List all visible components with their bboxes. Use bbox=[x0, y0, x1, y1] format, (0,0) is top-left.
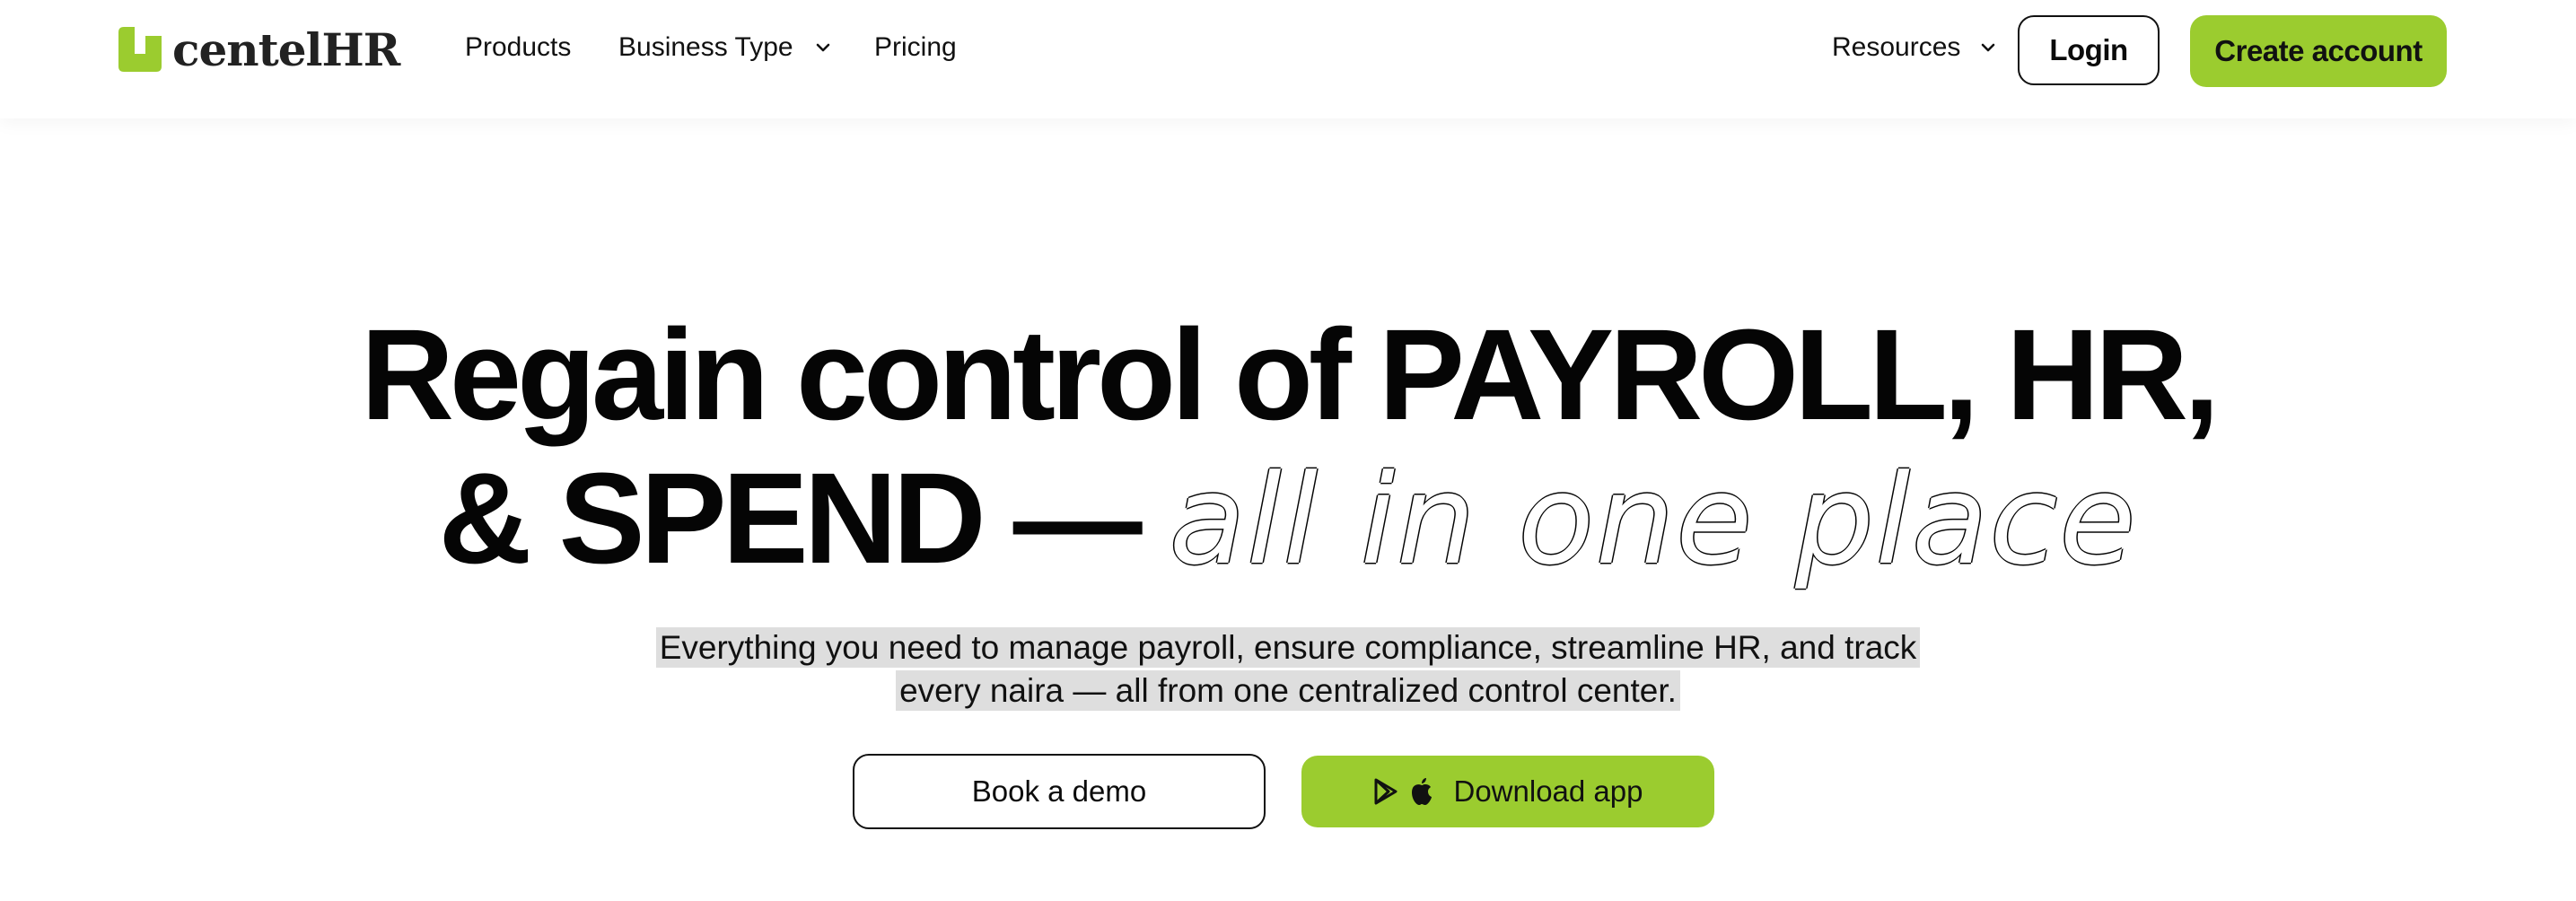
hero-subtitle-line1: Everything you need to manage payroll, e… bbox=[655, 627, 1921, 668]
download-app-button-label: Download app bbox=[1453, 774, 1643, 808]
nav-business-type-label: Business Type bbox=[618, 32, 793, 62]
nav-products[interactable]: Products bbox=[465, 32, 571, 63]
nav-resources-label: Resources bbox=[1832, 32, 1961, 62]
brand-logo[interactable]: centelHR bbox=[118, 20, 400, 79]
create-account-button[interactable]: Create account bbox=[2190, 15, 2447, 87]
chevron-down-icon bbox=[816, 43, 829, 52]
hero-subtitle-line2: every naira — all from one centralized c… bbox=[896, 670, 1680, 711]
brand-name: centelHR bbox=[172, 22, 400, 76]
apple-icon bbox=[1411, 778, 1432, 805]
nav-resources[interactable]: Resources bbox=[1832, 32, 1998, 63]
nav-pricing[interactable]: Pricing bbox=[874, 32, 957, 63]
hero-title-line2-bold: & SPEND — bbox=[438, 446, 1143, 590]
create-account-button-label: Create account bbox=[2214, 34, 2423, 67]
login-button-label: Login bbox=[2049, 33, 2128, 66]
top-navbar: centelHR Products Business Type Pricing … bbox=[0, 0, 2576, 118]
book-demo-button[interactable]: Book a demo bbox=[853, 754, 1266, 829]
nav-business-type[interactable]: Business Type bbox=[618, 32, 833, 63]
chevron-down-icon bbox=[1982, 43, 1995, 52]
nav-products-label: Products bbox=[465, 32, 572, 62]
download-app-button[interactable]: Download app bbox=[1301, 756, 1714, 827]
book-demo-button-label: Book a demo bbox=[971, 774, 1147, 808]
login-button[interactable]: Login bbox=[2018, 15, 2160, 85]
nav-pricing-label: Pricing bbox=[874, 32, 957, 62]
store-icons bbox=[1373, 777, 1434, 806]
hero-title: Regain control of PAYROLL, HR, & SPEND —… bbox=[0, 303, 2576, 592]
google-play-icon bbox=[1374, 778, 1397, 805]
hero-title-line1: Regain control of PAYROLL, HR, bbox=[360, 302, 2220, 447]
hero-title-accent: all in one place bbox=[1169, 448, 2138, 592]
centelhr-logo-icon bbox=[118, 27, 162, 72]
hero-subtitle: Everything you need to manage payroll, e… bbox=[0, 626, 2576, 713]
